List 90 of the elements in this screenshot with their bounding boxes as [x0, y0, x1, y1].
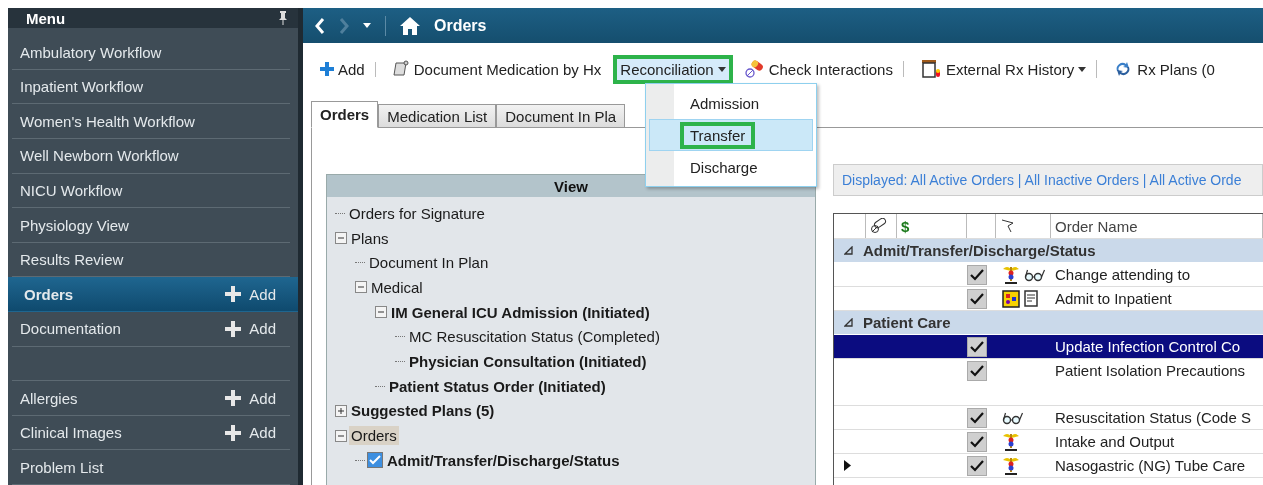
sidebar-item[interactable]: Problem List [12, 450, 290, 485]
glasses-icon [1024, 267, 1046, 282]
order-name: Update Infection Control Co [1054, 338, 1241, 355]
expand-icon[interactable] [335, 404, 347, 417]
form-icon [1002, 289, 1020, 308]
group-row: Patient Care [834, 311, 1263, 335]
add-link[interactable]: Add [225, 424, 276, 442]
order-row[interactable]: Intake and Output [834, 430, 1263, 454]
order-name: Change attending to [1054, 266, 1191, 283]
sidebar-item[interactable]: Allergies Add [12, 381, 290, 416]
checkbox[interactable] [967, 336, 987, 357]
menu-item[interactable]: Admission [649, 87, 813, 119]
checkbox[interactable] [967, 407, 987, 428]
checkbox[interactable] [967, 431, 987, 452]
order-row[interactable]: Update Infection Control Co [834, 335, 1263, 359]
order-row[interactable]: Admit to Inpatient [834, 287, 1263, 311]
plus-icon [225, 390, 242, 406]
back-icon[interactable] [315, 17, 325, 34]
sidebar-item[interactable]: Ambulatory Workflow [12, 35, 290, 70]
pill-icon [870, 218, 888, 234]
tree-item[interactable]: IM General ICU Admission (Initiated) [389, 302, 652, 322]
add-link[interactable]: Add [225, 285, 276, 303]
tree-item[interactable]: Document In Plan [367, 253, 491, 273]
scroll-icon [391, 60, 410, 78]
order-row[interactable]: Patient Isolation Precautions [834, 359, 1263, 406]
tab[interactable]: Medication List [378, 104, 497, 127]
menu-title: Menu [26, 9, 66, 27]
sidebar-item[interactable]: Well Newborn Workflow [12, 139, 290, 174]
sidebar-item[interactable]: Clinical Images Add [12, 415, 290, 451]
tree-item[interactable]: Orders for Signature [347, 203, 487, 223]
checkbox[interactable] [367, 452, 383, 469]
caret-icon [717, 66, 726, 72]
menu-item[interactable]: Transfer [649, 119, 813, 151]
document-icon [1024, 290, 1038, 307]
plus-icon [320, 62, 334, 76]
order-row[interactable]: Nasogastric (NG) Tube Care [834, 454, 1263, 478]
pill-icon [744, 60, 765, 78]
add-link[interactable]: Add [225, 320, 276, 338]
sidebar-item[interactable]: NICU Workflow [12, 173, 290, 209]
sidebar-item[interactable]: Women's Health Workflow [12, 104, 290, 140]
order-row[interactable]: Resuscitation Status (Code S [834, 406, 1263, 430]
page-title: Orders [434, 16, 487, 35]
toolbar-button[interactable]: External Rx History [912, 53, 1102, 85]
toolbar-button[interactable]: Add [313, 54, 380, 84]
caret-icon [1078, 66, 1087, 72]
column-header: $ [901, 217, 910, 235]
home-icon[interactable] [400, 16, 420, 35]
caduceus-icon [1002, 455, 1020, 476]
caret-icon [363, 23, 371, 28]
tab[interactable]: Orders [311, 101, 379, 128]
tree-item[interactable]: Suggested Plans (5) [349, 401, 497, 421]
filter-link[interactable]: Displayed: All Active Orders | All Inactive Orders | All Active Orde [842, 172, 1242, 188]
order-row[interactable]: Change attending to [834, 263, 1263, 287]
order-name: Patient Isolation Precautions [1054, 362, 1246, 379]
column-header: Order Name [1055, 217, 1138, 235]
order-name: Intake and Output [1054, 433, 1175, 450]
pin-icon[interactable] [278, 11, 288, 26]
toolbar-button[interactable]: Reconciliation [613, 54, 733, 84]
tree-item[interactable]: MC Resuscitation Status (Completed) [407, 327, 662, 347]
sidebar-item[interactable]: Orders Add [8, 277, 298, 313]
plus-icon [225, 286, 242, 303]
order-name: Nasogastric (NG) Tube Care [1054, 457, 1246, 474]
plus-icon [225, 320, 242, 337]
order-name: Admit to Inpatient [1054, 290, 1172, 307]
add-link[interactable]: Add [225, 389, 276, 407]
tree-item[interactable]: Physician Consultation (Initiated) [407, 351, 649, 371]
checkbox[interactable] [967, 264, 987, 285]
caduceus-icon [1002, 264, 1020, 285]
toolbar-button[interactable]: Rx Plans (0 [1106, 53, 1222, 85]
checkbox[interactable] [967, 288, 987, 309]
glasses-icon [1002, 410, 1024, 425]
bottle-icon [919, 59, 942, 79]
group-row: Admit/Transfer/Discharge/Status [834, 239, 1263, 263]
tab[interactable]: Document In Pla [496, 104, 626, 127]
tree-item[interactable]: Patient Status Order (Initiated) [387, 376, 608, 396]
sidebar-item[interactable]: Inpatient Workflow [12, 69, 290, 105]
checkbox[interactable] [967, 360, 987, 381]
sidebar-item[interactable]: Documentation Add [12, 312, 290, 347]
toolbar-button[interactable]: Document Medication by Hx [384, 54, 609, 84]
tree-item[interactable]: Admit/Transfer/Discharge/Status [385, 450, 622, 470]
caduceus-icon [1002, 431, 1020, 452]
checkbox[interactable] [967, 455, 987, 476]
plus-icon [225, 424, 242, 441]
tree-item[interactable]: Plans [349, 228, 391, 248]
tree-item[interactable]: Medical [369, 277, 425, 297]
collapse-icon[interactable] [844, 318, 853, 327]
order-name: Resuscitation Status (Code S [1054, 409, 1251, 426]
collapse-icon[interactable] [844, 246, 853, 255]
tree-item[interactable]: Orders [349, 426, 399, 446]
sidebar-item[interactable]: Physiology View [12, 208, 290, 243]
